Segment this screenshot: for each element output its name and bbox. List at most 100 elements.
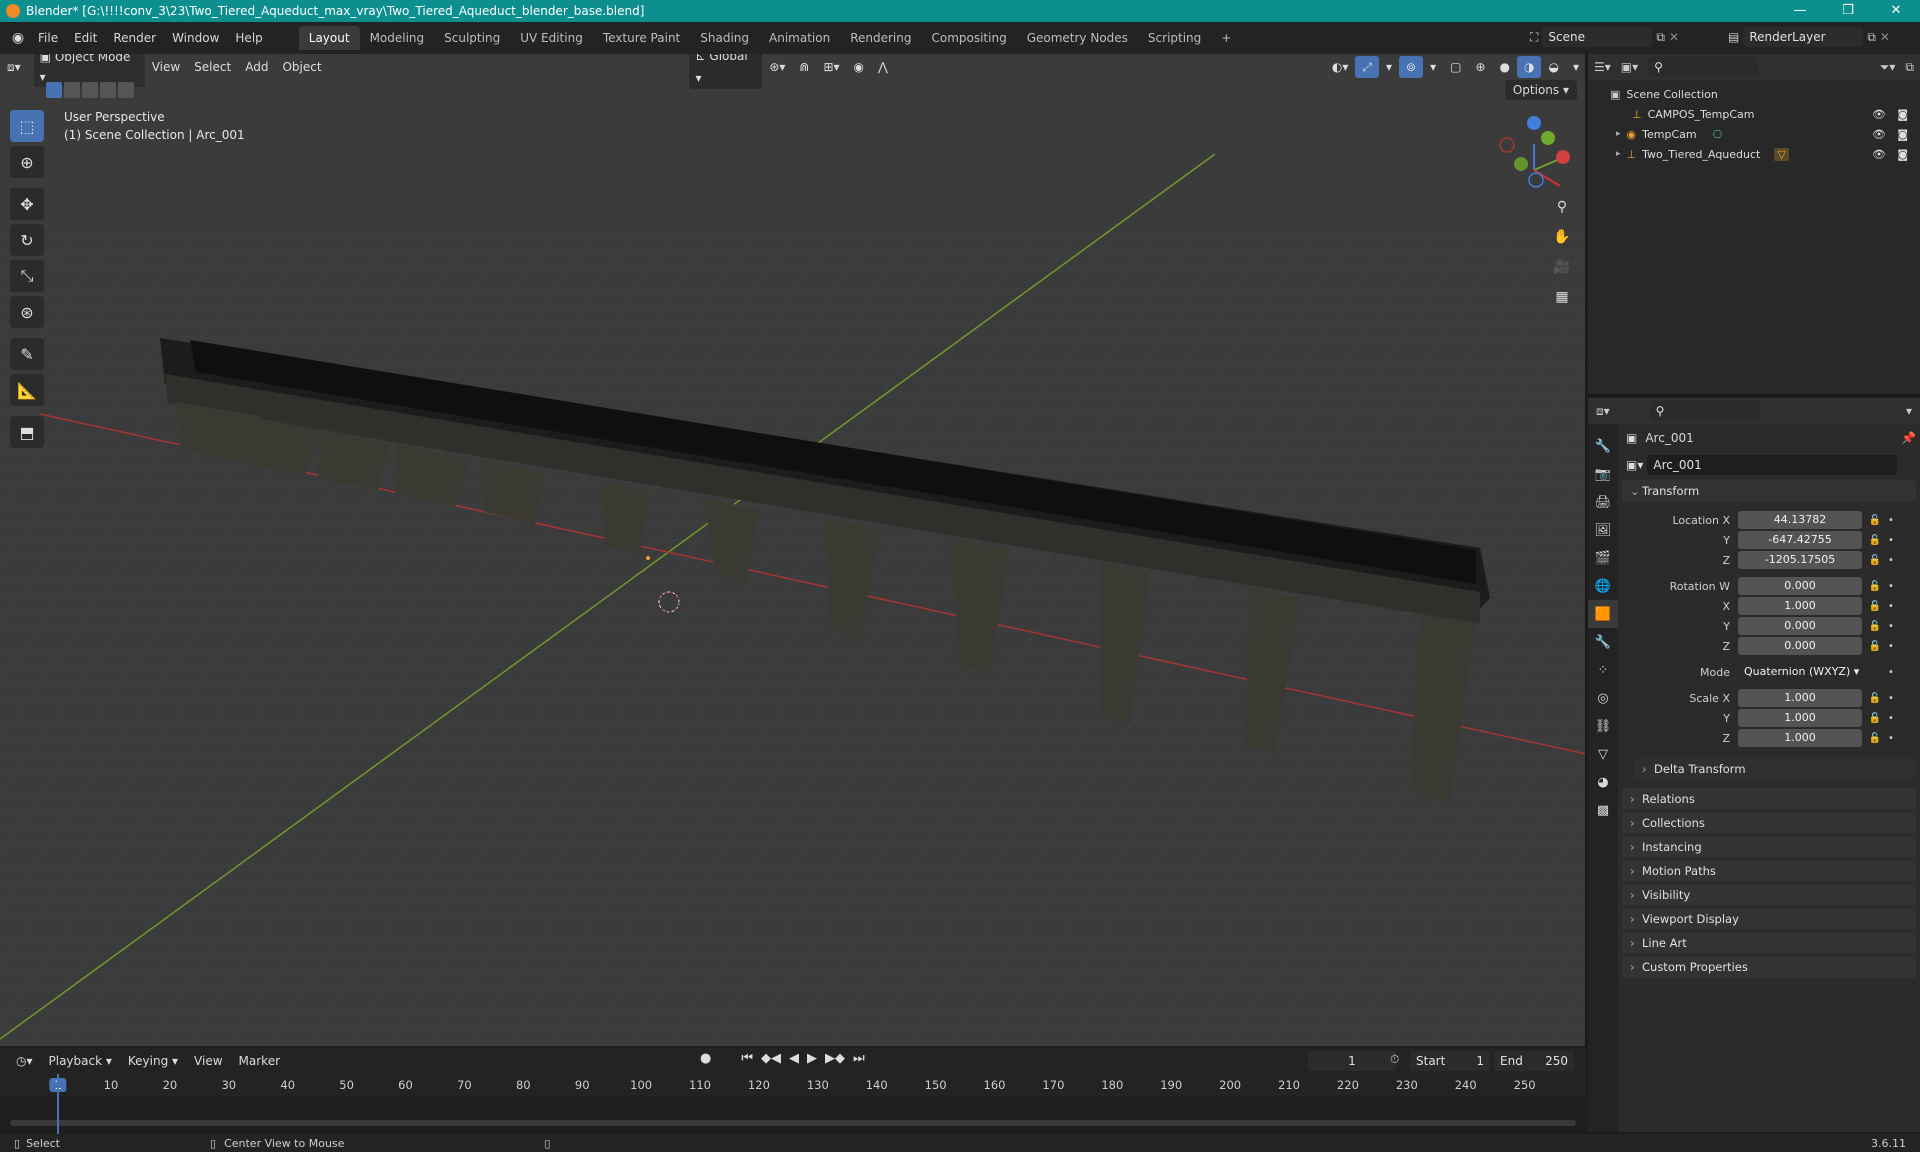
- measure-tool-icon[interactable]: 📐: [10, 374, 44, 406]
- motion-paths-panel-header[interactable]: › Motion Paths: [1622, 860, 1916, 882]
- visibility-eye-icon[interactable]: 👁: [1872, 128, 1886, 141]
- menu-render[interactable]: Render: [105, 22, 164, 54]
- tab-compositing[interactable]: Compositing: [921, 26, 1016, 50]
- keyframe-dot-icon[interactable]: •: [1884, 535, 1898, 546]
- jump-keyframe-back-icon[interactable]: ◆◀: [761, 1051, 781, 1066]
- scene-tab-icon[interactable]: 🎬: [1588, 544, 1618, 572]
- menu-help[interactable]: Help: [227, 22, 270, 54]
- outliner-item-tempcam[interactable]: ▸ ◉ TempCam ⎔ 👁 ◙: [1588, 124, 1920, 144]
- tab-layout[interactable]: Layout: [298, 26, 360, 50]
- custom-properties-panel-header[interactable]: › Custom Properties: [1622, 956, 1916, 978]
- outliner-editor-type-icon[interactable]: ☰▾: [1594, 60, 1611, 74]
- solid-shading-icon[interactable]: ●: [1493, 56, 1517, 78]
- annotate-tool-icon[interactable]: ✎: [10, 338, 44, 370]
- scale-y-field[interactable]: 1.000: [1738, 709, 1862, 727]
- keyframe-dot-icon[interactable]: •: [1884, 713, 1898, 724]
- properties-search-input[interactable]: ⚲: [1649, 401, 1760, 421]
- texture-tab-icon[interactable]: ▩: [1588, 796, 1618, 824]
- add-cube-tool-icon[interactable]: ⬒: [10, 416, 44, 448]
- overlay-toggle-icon[interactable]: ⊚: [1399, 56, 1424, 78]
- particles-tab-icon[interactable]: ⁘: [1588, 656, 1618, 684]
- render-tab-icon[interactable]: 📷: [1588, 460, 1618, 488]
- menu-file[interactable]: File: [30, 22, 66, 54]
- timeline-editor-type-icon[interactable]: ◷▾: [8, 1054, 41, 1068]
- rotation-w-field[interactable]: 0.000: [1738, 577, 1862, 595]
- snap-icon[interactable]: ⋒: [792, 56, 816, 78]
- scene-icon[interactable]: ⛶: [1530, 30, 1538, 45]
- overlay-dropdown-icon[interactable]: ▾: [1423, 56, 1443, 78]
- transform-panel-header[interactable]: ⌄ Transform: [1622, 480, 1916, 502]
- lock-icon[interactable]: 🔓: [1866, 515, 1884, 526]
- scale-z-field[interactable]: 1.000: [1738, 729, 1862, 747]
- jump-end-icon[interactable]: ⏭: [853, 1051, 865, 1066]
- rotation-mode-dropdown[interactable]: Quaternion (WXYZ) ▾: [1738, 663, 1862, 681]
- falloff-icon[interactable]: ⋀: [871, 56, 895, 78]
- visibility-eye-icon[interactable]: 👁: [1872, 148, 1886, 161]
- rotation-y-field[interactable]: 0.000: [1738, 617, 1862, 635]
- play-icon[interactable]: ▶: [807, 1051, 817, 1066]
- current-frame-field[interactable]: 1: [1308, 1051, 1396, 1071]
- maximize-button[interactable]: ❐: [1824, 0, 1872, 22]
- keyframe-dot-icon[interactable]: •: [1884, 693, 1898, 704]
- keyframe-dot-icon[interactable]: •: [1884, 515, 1898, 526]
- perspective-toggle-icon[interactable]: ▦: [1549, 284, 1575, 310]
- tab-rendering[interactable]: Rendering: [840, 26, 921, 50]
- material-tab-icon[interactable]: ◕: [1588, 768, 1618, 796]
- visibility-filter-icon[interactable]: ◐▾: [1325, 56, 1356, 78]
- instancing-panel-header[interactable]: › Instancing: [1622, 836, 1916, 858]
- line-art-panel-header[interactable]: › Line Art: [1622, 932, 1916, 954]
- display-mode-icon[interactable]: ▣▾: [1621, 60, 1638, 74]
- timeline-track[interactable]: [0, 1096, 1586, 1134]
- timeline-view-menu[interactable]: View: [186, 1054, 230, 1068]
- relations-panel-header[interactable]: › Relations: [1622, 788, 1916, 810]
- lock-icon[interactable]: 🔓: [1866, 601, 1884, 612]
- tab-scripting[interactable]: Scripting: [1138, 26, 1211, 50]
- timeline-scrollbar[interactable]: [10, 1120, 1576, 1126]
- view-menu[interactable]: View: [145, 56, 187, 78]
- tab-uv-editing[interactable]: UV Editing: [510, 26, 593, 50]
- view-layer-icon[interactable]: ▤: [1728, 30, 1739, 44]
- object-browse-icon[interactable]: ▣▾: [1626, 458, 1643, 472]
- cursor-tool-icon[interactable]: ⊕: [10, 146, 44, 178]
- filter-icon[interactable]: ⏷▾: [1880, 60, 1896, 75]
- tab-shading[interactable]: Shading: [690, 26, 759, 50]
- scale-tool-icon[interactable]: ⤡: [10, 260, 44, 292]
- lock-icon[interactable]: 🔓: [1866, 693, 1884, 704]
- object-tab-icon[interactable]: 🟧: [1588, 600, 1618, 628]
- pivot-icon[interactable]: ⊛▾: [762, 56, 792, 78]
- lock-icon[interactable]: 🔓: [1866, 555, 1884, 566]
- tab-texture-paint[interactable]: Texture Paint: [593, 26, 690, 50]
- viewport-display-panel-header[interactable]: › Viewport Display: [1622, 908, 1916, 930]
- minimize-button[interactable]: —: [1776, 0, 1824, 22]
- wireframe-shading-icon[interactable]: ⊕: [1468, 56, 1492, 78]
- new-scene-icon[interactable]: ⧉: [1656, 30, 1665, 45]
- visibility-eye-icon[interactable]: 👁: [1872, 108, 1886, 121]
- location-x-field[interactable]: 44.13782: [1738, 511, 1862, 529]
- menu-window[interactable]: Window: [164, 22, 227, 54]
- rotate-tool-icon[interactable]: ↻: [10, 224, 44, 256]
- menu-edit[interactable]: Edit: [66, 22, 105, 54]
- object-name-field[interactable]: Arc_001: [1647, 455, 1898, 475]
- orientation-dropdown[interactable]: ⊾ Global ▾: [688, 54, 763, 89]
- lock-icon[interactable]: 🔓: [1866, 641, 1884, 652]
- object-menu[interactable]: Object: [275, 56, 328, 78]
- delete-view-layer-icon[interactable]: ✕: [1880, 30, 1890, 44]
- data-tab-icon[interactable]: ▽: [1588, 740, 1618, 768]
- rotation-x-field[interactable]: 1.000: [1738, 597, 1862, 615]
- outliner-item-two-tiered-aqueduct[interactable]: ▸ ⊥ Two_Tiered_Aqueduct ▽ 👁 ◙: [1588, 144, 1920, 164]
- material-shading-icon[interactable]: ◑: [1517, 56, 1542, 78]
- outliner-item-campos-tempcam[interactable]: ⊥ CAMPOS_TempCam 👁 ◙: [1588, 104, 1920, 124]
- lock-icon[interactable]: 🔓: [1866, 535, 1884, 546]
- view-layer-field[interactable]: RenderLayer: [1743, 27, 1864, 47]
- scene-field[interactable]: Scene: [1542, 27, 1653, 47]
- shading-dropdown-icon[interactable]: ▾: [1566, 56, 1585, 78]
- new-view-layer-icon[interactable]: ⧉: [1867, 30, 1876, 45]
- keying-menu[interactable]: Keying ▾: [120, 1054, 186, 1068]
- select-invert-icon[interactable]: [100, 82, 116, 98]
- select-intersect-icon[interactable]: [118, 82, 134, 98]
- playback-menu[interactable]: Playback ▾: [41, 1054, 120, 1068]
- end-frame-field[interactable]: End 250: [1494, 1051, 1574, 1071]
- scale-x-field[interactable]: 1.000: [1738, 689, 1862, 707]
- keyframe-dot-icon[interactable]: •: [1884, 667, 1898, 678]
- timeline-ruler[interactable]: 1102030405060708090100110120130140150160…: [0, 1074, 1586, 1096]
